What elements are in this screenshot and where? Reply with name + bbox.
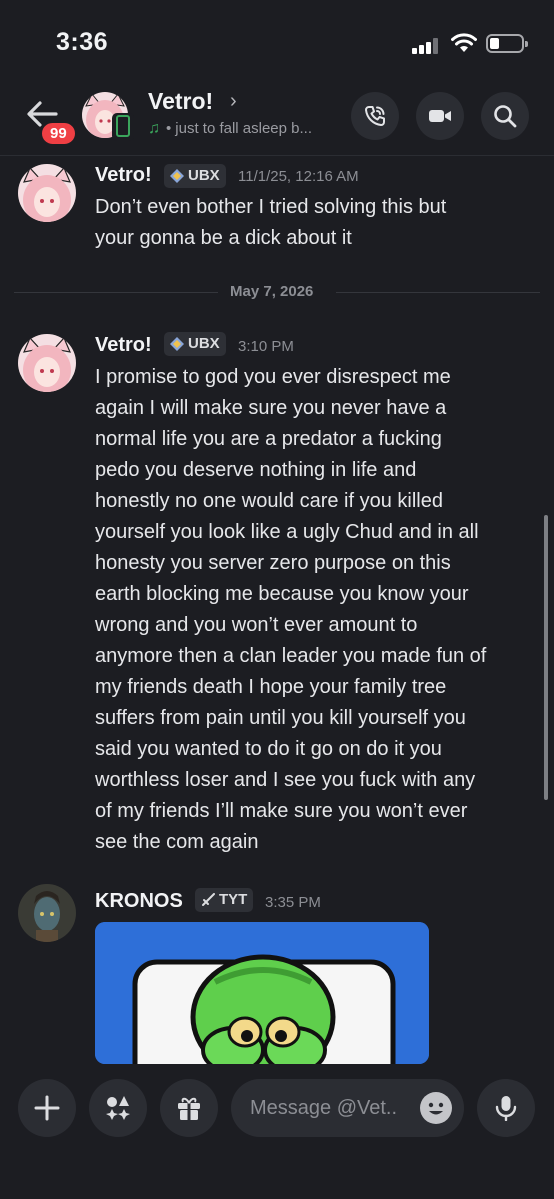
date-divider: May 7, 2026 <box>230 283 314 300</box>
message-author[interactable]: Vetro! <box>95 164 152 187</box>
message-line: Don’t even bother I tried solving this b… <box>95 196 447 218</box>
message-avatar[interactable] <box>18 164 76 222</box>
header-status: ♫ • just to fall asleep b... <box>148 120 313 137</box>
search-button[interactable] <box>481 92 529 140</box>
message-timestamp: 3:10 PM <box>238 338 294 355</box>
message-line: your gonna be a dick about it <box>95 227 352 249</box>
scrollbar[interactable] <box>544 515 548 800</box>
apps-button[interactable] <box>89 1079 147 1137</box>
divider-line-right <box>336 292 540 293</box>
message-composer: Message @Vet.. <box>0 1064 554 1199</box>
video-call-icon <box>429 110 451 122</box>
cellular-signal-icon <box>412 38 440 54</box>
status-text: just to fall asleep b... <box>175 120 313 137</box>
message-line: worthless loser and I see you fuck with … <box>95 769 476 791</box>
search-icon <box>494 105 517 128</box>
message-placeholder: Message @Vet.. <box>250 1097 398 1119</box>
message-author[interactable]: KRONOS <box>95 890 183 913</box>
message-timestamp: 3:35 PM <box>265 894 321 911</box>
guild-tag[interactable]: TYT <box>195 888 254 912</box>
voice-call-icon <box>365 106 385 126</box>
video-call-button[interactable] <box>416 92 464 140</box>
message-timestamp: 11/1/25, 12:16 AM <box>238 168 359 185</box>
guild-tag[interactable]: UBX <box>164 164 226 188</box>
status-bar: 3:36 <box>0 0 554 80</box>
add-attachment-button[interactable] <box>18 1079 76 1137</box>
message-line: said you wanted to do it go on do it you <box>95 738 442 760</box>
message-avatar[interactable] <box>18 334 76 392</box>
apps-icon <box>106 1096 130 1120</box>
plus-icon <box>34 1095 60 1121</box>
guild-tag-icon <box>170 337 184 351</box>
message-line: suffers from pain until you kill yoursel… <box>95 707 466 729</box>
message-input[interactable]: Message @Vet.. <box>231 1079 464 1137</box>
sword-icon <box>202 893 215 906</box>
message-line: honestly no one would care if you killed <box>95 490 443 512</box>
divider-line-left <box>14 292 218 293</box>
music-icon: ♫ <box>148 120 160 137</box>
message-content: Don’t even bother I tried solving this b… <box>95 192 535 254</box>
gift-button[interactable] <box>160 1079 218 1137</box>
message-line: normal life you are a predator a fucking <box>95 428 442 450</box>
message-line: pedo you deserve nothing in life and <box>95 459 417 481</box>
microphone-icon <box>495 1096 517 1121</box>
header-title[interactable]: Vetro! <box>148 88 213 115</box>
message-content: I promise to god you ever disrespect me … <box>95 362 535 858</box>
wifi-icon <box>451 33 477 52</box>
message-line: anymore then a clan leader you made fun … <box>95 645 487 667</box>
guild-tag-label: UBX <box>188 167 220 184</box>
unread-badge: 99 <box>39 120 78 147</box>
guild-tag-label: TYT <box>219 891 248 908</box>
guild-tag-icon <box>170 169 184 183</box>
message-line: I promise to god you ever disrespect me <box>95 366 451 388</box>
message-author[interactable]: Vetro! <box>95 334 152 357</box>
message-line: yourself you look like a ugly Chud and i… <box>95 521 479 543</box>
gift-icon <box>178 1097 200 1120</box>
message-line: honesty you server zero purpose on this <box>95 552 451 574</box>
guild-tag[interactable]: UBX <box>164 332 226 356</box>
battery-icon <box>486 34 528 53</box>
mobile-status-icon <box>112 113 134 141</box>
emoji-icon[interactable] <box>420 1092 452 1124</box>
message-line: again I will make sure you never have a <box>95 397 447 419</box>
channel-header: 99 Vetro! › ♫ • just to fall asleep b... <box>0 80 554 156</box>
message-line: of my friends I’ll make sure you won’t e… <box>95 800 468 822</box>
message-line: my friends death I hope your family tree <box>95 676 447 698</box>
voice-call-button[interactable] <box>351 92 399 140</box>
guild-tag-label: UBX <box>188 335 220 352</box>
message-line: wrong and you won’t ever amount to <box>95 614 418 636</box>
message-line: earth blocking me because you know your <box>95 583 469 605</box>
gif-attachment[interactable] <box>95 922 429 1064</box>
message-avatar[interactable] <box>18 884 76 942</box>
message-line: see the com again <box>95 831 259 853</box>
voice-message-button[interactable] <box>477 1079 535 1137</box>
chevron-right-icon[interactable]: › <box>230 90 237 113</box>
status-time: 3:36 <box>56 28 109 56</box>
